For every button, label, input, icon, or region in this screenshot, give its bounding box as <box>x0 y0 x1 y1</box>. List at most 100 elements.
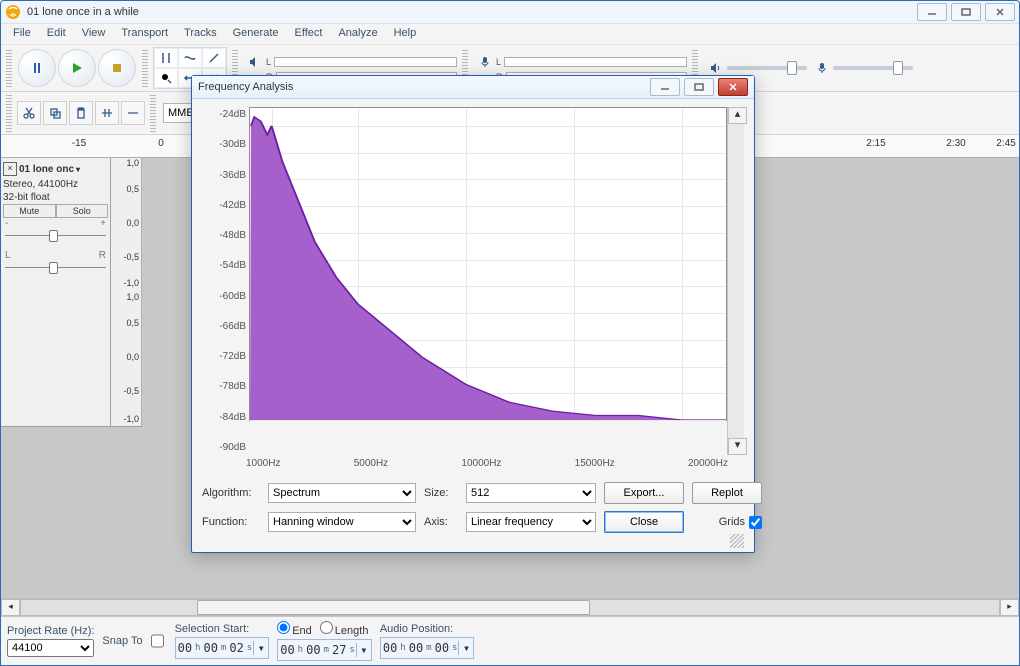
snap-to-label: Snap To <box>102 635 142 647</box>
app-icon <box>5 4 21 20</box>
scroll-up-icon[interactable]: ▴ <box>728 107 747 124</box>
frequency-analysis-dialog: Frequency Analysis -24dB-30dB -36dB-42dB… <box>191 75 755 553</box>
maximize-button[interactable] <box>951 3 981 21</box>
audio-position-field[interactable]: 00h 00m 00s▾ <box>380 637 475 659</box>
selection-tool-icon[interactable] <box>154 48 178 68</box>
close-button[interactable] <box>985 3 1015 21</box>
window-title: 01 lone once in a while <box>27 6 139 18</box>
menu-generate[interactable]: Generate <box>225 24 287 44</box>
track-name-dropdown[interactable]: 01 lone onc <box>19 164 108 175</box>
main-titlebar: 01 lone once in a while <box>1 1 1019 24</box>
resize-grip-icon[interactable] <box>730 534 744 548</box>
scroll-right-icon[interactable]: ▸ <box>1000 599 1019 616</box>
dialog-titlebar[interactable]: Frequency Analysis <box>192 76 754 99</box>
dialog-close-button[interactable] <box>718 78 748 96</box>
silence-icon[interactable] <box>121 101 145 125</box>
pause-button[interactable] <box>18 49 56 87</box>
menu-help[interactable]: Help <box>386 24 425 44</box>
toolbar-grip[interactable] <box>6 94 12 132</box>
project-rate-label: Project Rate (Hz): <box>7 625 94 637</box>
input-volume[interactable] <box>815 61 913 75</box>
menu-file[interactable]: File <box>5 24 39 44</box>
selection-end-field[interactable]: 00h 00m 27s▾ <box>277 639 372 661</box>
export-button[interactable]: Export... <box>604 482 684 504</box>
scroll-thumb[interactable] <box>197 600 590 615</box>
speaker-icon <box>709 61 723 75</box>
size-select[interactable]: 512 <box>466 483 596 503</box>
ruler-label: -15 <box>72 138 86 149</box>
menu-transport[interactable]: Transport <box>113 24 176 44</box>
plot-v-scrollbar[interactable]: ▴ ▾ <box>727 107 744 455</box>
draw-tool-icon[interactable] <box>202 48 226 68</box>
h-scrollbar[interactable]: ◂ ▸ <box>1 598 1019 616</box>
gain-plus: + <box>100 218 106 229</box>
menu-effect[interactable]: Effect <box>287 24 331 44</box>
cut-icon[interactable] <box>17 101 41 125</box>
mic-icon <box>477 54 493 70</box>
grids-checkbox[interactable]: Grids <box>692 516 762 529</box>
scroll-down-icon[interactable]: ▾ <box>728 438 747 455</box>
gain-minus: - <box>5 218 8 229</box>
mute-button[interactable]: Mute <box>3 204 56 218</box>
track-panel: × 01 lone onc Stereo, 44100Hz 32-bit flo… <box>1 158 111 426</box>
spectrum-plot[interactable] <box>249 107 727 421</box>
end-radio[interactable]: End <box>277 621 312 637</box>
track-format: Stereo, 44100Hz <box>3 178 108 191</box>
ruler-label: 0 <box>158 138 164 149</box>
envelope-tool-icon[interactable] <box>178 48 202 68</box>
stop-button[interactable] <box>98 49 136 87</box>
dialog-title: Frequency Analysis <box>198 81 293 93</box>
menu-edit[interactable]: Edit <box>39 24 74 44</box>
gain-slider[interactable] <box>5 235 106 244</box>
project-rate-select[interactable]: 44100 <box>7 639 94 657</box>
solo-button[interactable]: Solo <box>56 204 109 218</box>
axis-select[interactable]: Linear frequency <box>466 512 596 532</box>
menu-tracks[interactable]: Tracks <box>176 24 225 44</box>
ruler-label: 2:30 <box>946 138 965 149</box>
ruler-label: 2:15 <box>866 138 885 149</box>
dialog-maximize-button[interactable] <box>684 78 714 96</box>
trim-icon[interactable] <box>95 101 119 125</box>
plot-x-axis: 1000Hz 5000Hz 10000Hz 15000Hz 20000Hz <box>246 455 728 475</box>
axis-label: Axis: <box>424 516 458 528</box>
play-button[interactable] <box>58 49 96 87</box>
speaker-icon <box>247 54 263 70</box>
track-row: × 01 lone onc Stereo, 44100Hz 32-bit flo… <box>1 158 142 427</box>
menu-analyze[interactable]: Analyze <box>330 24 385 44</box>
output-volume[interactable] <box>709 61 807 75</box>
close-dialog-button[interactable]: Close <box>604 511 684 533</box>
selection-start-label: Selection Start: <box>175 623 270 635</box>
selection-start-field[interactable]: 00h 00m 02s▾ <box>175 637 270 659</box>
replot-button[interactable]: Replot <box>692 482 762 504</box>
pan-l: L <box>5 250 11 261</box>
menu-bar: File Edit View Transport Tracks Generate… <box>1 24 1019 44</box>
toolbar-grip[interactable] <box>150 94 156 132</box>
pan-slider[interactable] <box>5 267 106 276</box>
track-close-icon[interactable]: × <box>3 162 17 176</box>
length-radio[interactable]: Length <box>320 621 369 637</box>
mic-icon <box>815 61 829 75</box>
ruler-label: 2:45 <box>996 138 1015 149</box>
selection-bar: Project Rate (Hz): 44100 Snap To Selecti… <box>1 616 1019 665</box>
toolbar-grip[interactable] <box>6 49 12 87</box>
snap-to-checkbox[interactable] <box>151 632 164 650</box>
dialog-minimize-button[interactable] <box>650 78 680 96</box>
copy-icon[interactable] <box>43 101 67 125</box>
window-buttons <box>917 3 1015 21</box>
size-label: Size: <box>424 487 458 499</box>
function-select[interactable]: Hanning window <box>268 512 416 532</box>
dialog-controls: Algorithm: Spectrum Size: 512 Export... … <box>202 481 744 534</box>
minimize-button[interactable] <box>917 3 947 21</box>
pan-r: R <box>99 250 106 261</box>
scroll-left-icon[interactable]: ◂ <box>1 599 20 616</box>
menu-view[interactable]: View <box>74 24 114 44</box>
algorithm-label: Algorithm: <box>202 487 260 499</box>
zoom-tool-icon[interactable] <box>154 68 178 88</box>
toolbar-grip[interactable] <box>142 49 148 87</box>
paste-icon[interactable] <box>69 101 93 125</box>
track-bits: 32-bit float <box>3 191 108 204</box>
function-label: Function: <box>202 516 260 528</box>
main-window: 01 lone once in a while File Edit View T… <box>0 0 1020 666</box>
track-vscale: 1,0 0,5 0,0 -0,5 -1,0 1,0 0,5 0,0 -0,5 -… <box>111 158 142 426</box>
algorithm-select[interactable]: Spectrum <box>268 483 416 503</box>
